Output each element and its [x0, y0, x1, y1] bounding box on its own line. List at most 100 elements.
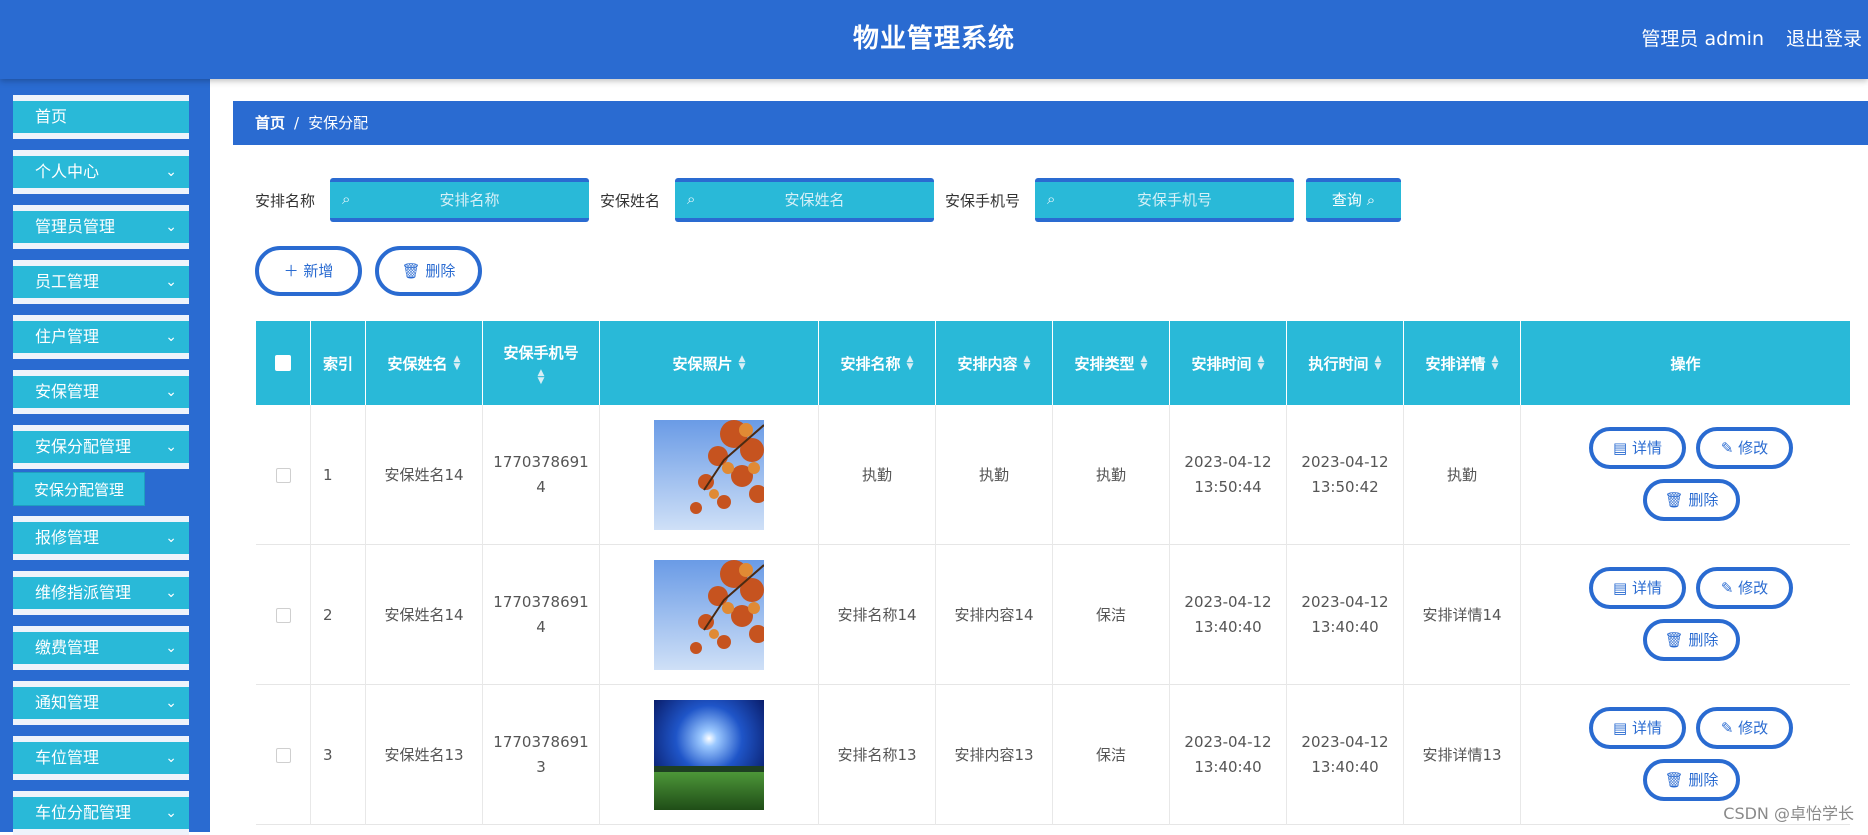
add-button-label: 新增	[303, 262, 333, 280]
trash-icon: 🗑	[1665, 771, 1684, 789]
sort-icon[interactable]: ▲▼	[538, 369, 545, 385]
header-plan-detail-label: 安排详情	[1426, 353, 1486, 374]
sort-icon[interactable]: ▲▼	[739, 355, 746, 371]
trash-icon: 🗑	[1665, 631, 1684, 649]
sidebar-item-staff[interactable]: 员工管理⌄	[13, 260, 189, 304]
add-button[interactable]: ＋ 新增	[255, 246, 362, 296]
sort-icon[interactable]: ▲▼	[1141, 355, 1148, 371]
chevron-down-icon: ⌄	[165, 156, 177, 188]
query-button[interactable]: 查询 ⌕	[1306, 178, 1401, 222]
document-icon: ▤	[1613, 719, 1627, 737]
plan-time-clock: 13:40:40	[1194, 755, 1261, 780]
sidebar-item-parking[interactable]: 车位管理⌄	[13, 736, 189, 780]
search-field-guard-name[interactable]: ⌕	[675, 178, 934, 222]
search-field-plan-name[interactable]: ⌕	[330, 178, 589, 222]
chevron-down-icon: ⌄	[165, 321, 177, 353]
batch-delete-button[interactable]: 🗑 删除	[375, 246, 482, 296]
header-plan-type[interactable]: 安排类型▲▼	[1053, 321, 1170, 405]
detail-button[interactable]: ▤ 详情	[1589, 707, 1686, 749]
sort-icon[interactable]: ▲▼	[1024, 355, 1031, 371]
edit-button[interactable]: ✎ 修改	[1696, 427, 1793, 469]
sidebar-item-repair-dispatch[interactable]: 维修指派管理⌄	[13, 571, 189, 615]
edit-button[interactable]: ✎ 修改	[1696, 567, 1793, 609]
header-plan-content[interactable]: 安排内容▲▼	[936, 321, 1053, 405]
cell-plan-content: 执勤	[936, 405, 1053, 545]
header-plan-detail[interactable]: 安排详情 ▲▼	[1404, 321, 1521, 405]
header-plan-time[interactable]: 安排时间 ▲▼	[1170, 321, 1287, 405]
chevron-down-icon: ⌄	[165, 211, 177, 243]
header-exec-time-label: 执行时间	[1309, 353, 1369, 374]
sort-icon[interactable]: ▲▼	[454, 355, 461, 371]
delete-button[interactable]: 🗑 删除	[1643, 759, 1740, 801]
pencil-icon: ✎	[1721, 439, 1734, 457]
header-select-all[interactable]	[256, 321, 311, 405]
delete-button[interactable]: 🗑 删除	[1643, 479, 1740, 521]
header-exec-time[interactable]: 执行时间 ▲▼	[1287, 321, 1404, 405]
row-checkbox[interactable]	[276, 468, 291, 483]
sidebar-item-label: 个人中心	[35, 162, 99, 181]
header-plan-name[interactable]: 安排名称 ▲▼	[819, 321, 936, 405]
row-checkbox[interactable]	[276, 608, 291, 623]
search-field-guard-phone[interactable]: ⌕	[1035, 178, 1294, 222]
delete-button-label: 删除	[1688, 631, 1718, 649]
edit-button[interactable]: ✎ 修改	[1696, 707, 1793, 749]
header-plan-name-label: 安排名称	[841, 353, 901, 374]
cell-guard-name: 安保姓名14	[366, 545, 483, 685]
sidebar-item-repairs[interactable]: 报修管理 ⌄	[13, 516, 189, 560]
row-select-cell[interactable]	[256, 545, 311, 685]
sidebar-subitem-security-assign[interactable]: 安保分配管理	[13, 472, 145, 506]
sidebar-item-label: 通知管理	[35, 693, 99, 712]
cell-guard-phone: 17703786913	[483, 685, 600, 825]
header-plan-time-label: 安排时间	[1192, 353, 1252, 374]
row-checkbox[interactable]	[276, 748, 291, 763]
sidebar-item-security[interactable]: 安保管理⌄	[13, 370, 189, 414]
header-guard-name[interactable]: 安保姓名▲▼	[366, 321, 483, 405]
header-guard-photo[interactable]: 安保照片▲▼	[600, 321, 819, 405]
sort-icon[interactable]: ▲▼	[1375, 355, 1382, 371]
sort-icon[interactable]: ▲▼	[1258, 355, 1265, 371]
delete-button[interactable]: 🗑 删除	[1643, 619, 1740, 661]
sidebar-item-personal[interactable]: 个人中心 ⌄	[13, 150, 189, 194]
exec-time-date: 2023-04-12	[1301, 730, 1388, 755]
search-input-guard-name[interactable]	[709, 182, 920, 218]
sidebar-item-home[interactable]: 首页	[13, 95, 189, 139]
cell-guard-name: 安保姓名14	[366, 405, 483, 545]
sort-icon[interactable]: ▲▼	[907, 355, 914, 371]
sidebar-item-label: 首页	[35, 107, 67, 126]
trash-icon: 🗑	[402, 262, 421, 280]
sidebar-item-parking-assign[interactable]: 车位分配管理⌄	[13, 791, 189, 835]
row-select-cell[interactable]	[256, 685, 311, 825]
header-guard-phone[interactable]: 安保手机号▲▼	[483, 321, 600, 405]
cell-operations: ▤ 详情 ✎ 修改 🗑 删除	[1521, 405, 1850, 545]
breadcrumb-separator: /	[294, 114, 299, 132]
cell-guard-photo	[600, 685, 819, 825]
chevron-down-icon: ⌄	[165, 522, 177, 554]
select-all-checkbox[interactable]	[275, 355, 291, 371]
detail-button[interactable]: ▤ 详情	[1589, 567, 1686, 609]
sort-icon[interactable]: ▲▼	[1492, 355, 1499, 371]
breadcrumb-current: 安保分配	[308, 114, 368, 132]
sidebar-item-payments[interactable]: 缴费管理⌄	[13, 626, 189, 670]
row-select-cell[interactable]	[256, 405, 311, 545]
logout-link[interactable]: 退出登录	[1786, 24, 1862, 51]
edit-button-label: 修改	[1738, 719, 1768, 737]
detail-button[interactable]: ▤ 详情	[1589, 427, 1686, 469]
sidebar-item-residents[interactable]: 住户管理⌄	[13, 315, 189, 359]
sidebar-item-notices[interactable]: 通知管理⌄	[13, 681, 189, 725]
batch-delete-button-label: 删除	[425, 262, 455, 280]
search-input-guard-phone[interactable]	[1069, 182, 1280, 218]
sidebar-item-admin[interactable]: 管理员管理⌄	[13, 205, 189, 249]
cell-plan-type: 保洁	[1053, 545, 1170, 685]
cell-exec-time: 2023-04-1213:40:40	[1287, 685, 1404, 825]
search-label-guard-phone: 安保手机号	[945, 190, 1020, 211]
sidebar-item-label: 报修管理	[35, 528, 99, 547]
document-icon: ▤	[1613, 579, 1627, 597]
search-input-plan-name[interactable]	[364, 182, 575, 218]
table-header: 索引 安保姓名▲▼ 安保手机号▲▼ 安保照片▲▼ 安排名称▲▼ 安排内容▲▼ 安…	[256, 321, 1850, 405]
plan-time-date: 2023-04-12	[1184, 730, 1271, 755]
phone-line-1: 1770378691	[493, 450, 588, 475]
sidebar-item-label: 安保分配管理	[35, 437, 131, 456]
breadcrumb-home[interactable]: 首页	[255, 114, 285, 132]
top-bar: 物业管理系统 管理员 admin 退出登录	[0, 0, 1868, 79]
sidebar-item-security-assign[interactable]: 安保分配管理⌄	[13, 425, 189, 469]
